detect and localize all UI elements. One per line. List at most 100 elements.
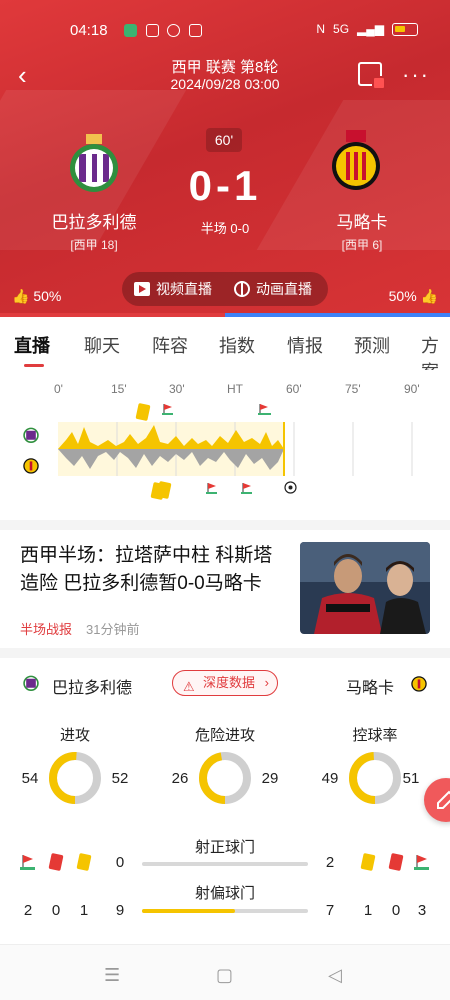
off-target-away: 7 bbox=[325, 902, 335, 919]
animation-live-button[interactable]: 动画直播 bbox=[222, 272, 312, 306]
thumbs-up-icon: 👍 bbox=[420, 288, 438, 304]
away-vote[interactable]: 50% 👍 bbox=[389, 288, 438, 305]
off-target-bar-fill bbox=[142, 909, 235, 913]
home-team-name[interactable]: 巴拉多利德 bbox=[24, 208, 164, 233]
match-stats: 巴拉多利德 ⚠ 深度数据 › 马略卡 进攻 54 52 危险进攻 26 29 控… bbox=[0, 658, 450, 940]
home-square-icon[interactable]: ▢ bbox=[216, 965, 233, 986]
away-corner-flag-icon bbox=[206, 483, 217, 494]
deep-data-button[interactable]: ⚠ 深度数据 › bbox=[172, 670, 278, 696]
timeline-tick: 60' bbox=[286, 382, 302, 396]
match-minute: 60' bbox=[206, 128, 242, 152]
tab-live[interactable]: 直播 bbox=[14, 332, 50, 358]
away-team-crest-small bbox=[411, 676, 427, 692]
home-corners-count: 2 bbox=[23, 902, 33, 919]
stat-attack-label: 进攻 bbox=[59, 727, 90, 744]
timeline-tick: 30' bbox=[169, 382, 185, 396]
league-round: 西甲 联赛 第8轮 bbox=[171, 59, 279, 76]
menu-icon[interactable]: ☰ bbox=[104, 965, 120, 986]
news-thumbnail[interactable] bbox=[300, 542, 430, 634]
home-yellow-count: 1 bbox=[79, 902, 89, 919]
deep-data-label: 深度数据 bbox=[203, 675, 256, 690]
more-icon[interactable]: ··· bbox=[402, 62, 430, 88]
stat-attack-away: 52 bbox=[111, 770, 129, 787]
back-triangle-icon[interactable]: ◁ bbox=[328, 965, 342, 986]
wechat-icon bbox=[124, 24, 137, 37]
tab-intel[interactable]: 情报 bbox=[287, 332, 323, 358]
section-divider bbox=[0, 648, 450, 658]
news-time: 31分钟前 bbox=[86, 622, 140, 637]
away-yellow-card-icon bbox=[156, 480, 172, 500]
away-goal-ball-icon bbox=[284, 481, 297, 494]
section-divider bbox=[0, 520, 450, 530]
status-bar: 04:18 N 5G ▂▄▆ bbox=[0, 14, 450, 48]
status-right: N 5G ▂▄▆ bbox=[316, 22, 418, 36]
video-play-icon bbox=[134, 282, 150, 296]
stat-danger-attack-home: 26 bbox=[171, 770, 189, 787]
home-vote-percent: 50% bbox=[33, 288, 62, 304]
away-corner-flag-icon bbox=[241, 483, 252, 494]
stat-danger-attack-away: 29 bbox=[261, 770, 279, 787]
video-live-label: 视频直播 bbox=[156, 281, 212, 297]
network-label: 5G bbox=[333, 22, 350, 36]
on-target-away: 2 bbox=[325, 854, 335, 871]
on-target-label: 射正球门 bbox=[194, 839, 255, 856]
home-team-crest-small bbox=[23, 675, 39, 691]
home-corner-flag-icon bbox=[162, 404, 173, 415]
away-yellow-count: 1 bbox=[363, 902, 373, 919]
animation-live-label: 动画直播 bbox=[256, 281, 312, 297]
animation-icon bbox=[234, 281, 250, 297]
home-team-rank: [西甲 18] bbox=[70, 238, 118, 252]
nfc-icon: N bbox=[316, 22, 326, 36]
home-vote[interactable]: 👍 50% bbox=[12, 288, 61, 305]
notification-icon bbox=[146, 24, 159, 37]
tab-bar: 直播 聊天 阵容 指数 情报 预测 方案 bbox=[0, 318, 450, 382]
red-card-icon bbox=[388, 852, 404, 872]
on-target-bar bbox=[142, 862, 308, 866]
home-team-crest-small bbox=[23, 427, 39, 443]
edit-icon bbox=[437, 790, 450, 809]
timeline-tick: 90' bbox=[404, 382, 420, 396]
away-team-rank: [西甲 6] bbox=[341, 238, 383, 252]
off-target-label: 射偏球门 bbox=[194, 885, 255, 902]
tab-chat[interactable]: 聊天 bbox=[84, 332, 120, 358]
home-red-count: 0 bbox=[51, 902, 61, 919]
tab-lineup[interactable]: 阵容 bbox=[152, 332, 188, 358]
off-target-bar bbox=[142, 909, 308, 913]
off-target-home: 9 bbox=[115, 902, 125, 919]
match-header: 04:18 N 5G ▂▄▆ ‹ 西甲 联赛 第8轮 2024/09/28 03… bbox=[0, 0, 450, 316]
battery-icon bbox=[392, 22, 418, 36]
timeline-tick: 75' bbox=[345, 382, 361, 396]
away-vote-percent: 50% bbox=[388, 288, 417, 304]
chevron-right-icon: › bbox=[264, 675, 269, 690]
news-card[interactable]: 西甲半场：拉塔萨中柱 科斯塔造险 巴拉多利德暂0-0马略卡 半场战报 31分钟前 bbox=[0, 530, 450, 648]
stat-possession-label: 控球率 bbox=[352, 727, 398, 744]
active-tab-indicator bbox=[24, 364, 44, 367]
video-live-button[interactable]: 视频直播 bbox=[122, 272, 222, 306]
live-options: 视频直播 动画直播 bbox=[122, 272, 328, 306]
match-timeline: 0' 15' 30' HT 60' 75' 90' bbox=[0, 370, 450, 510]
share-icon[interactable] bbox=[358, 62, 386, 90]
stat-attack-ring bbox=[49, 752, 101, 804]
news-title[interactable]: 西甲半场：拉塔萨中柱 科斯塔造险 巴拉多利德暂0-0马略卡 bbox=[20, 542, 290, 598]
match-score: 0-1 bbox=[188, 162, 262, 209]
vote-ratio-fill bbox=[0, 313, 225, 317]
timeline-tick: 0' bbox=[54, 382, 63, 396]
stat-possession-home: 49 bbox=[321, 770, 339, 787]
yellow-card-icon bbox=[360, 852, 376, 872]
stats-home-team: 巴拉多利德 bbox=[52, 680, 133, 697]
stat-attack-home: 54 bbox=[21, 770, 39, 787]
calendar-icon bbox=[189, 24, 202, 37]
vote-ratio-bar bbox=[0, 313, 450, 317]
attack-momentum-graph bbox=[58, 422, 413, 476]
away-team-crest-small bbox=[23, 458, 39, 474]
news-tag: 半场战报 bbox=[20, 622, 73, 637]
away-team-name[interactable]: 马略卡 bbox=[292, 208, 432, 233]
corner-flag-icon bbox=[414, 855, 429, 870]
tab-odds[interactable]: 指数 bbox=[219, 332, 255, 358]
tab-predict[interactable]: 预测 bbox=[354, 332, 390, 358]
timeline-tick: HT bbox=[227, 382, 243, 396]
football-app-icon bbox=[167, 24, 180, 37]
warning-icon: ⚠ bbox=[183, 679, 195, 694]
stat-possession-ring bbox=[349, 752, 401, 804]
system-nav-bar: ☰ ▢ ◁ bbox=[0, 944, 450, 1000]
